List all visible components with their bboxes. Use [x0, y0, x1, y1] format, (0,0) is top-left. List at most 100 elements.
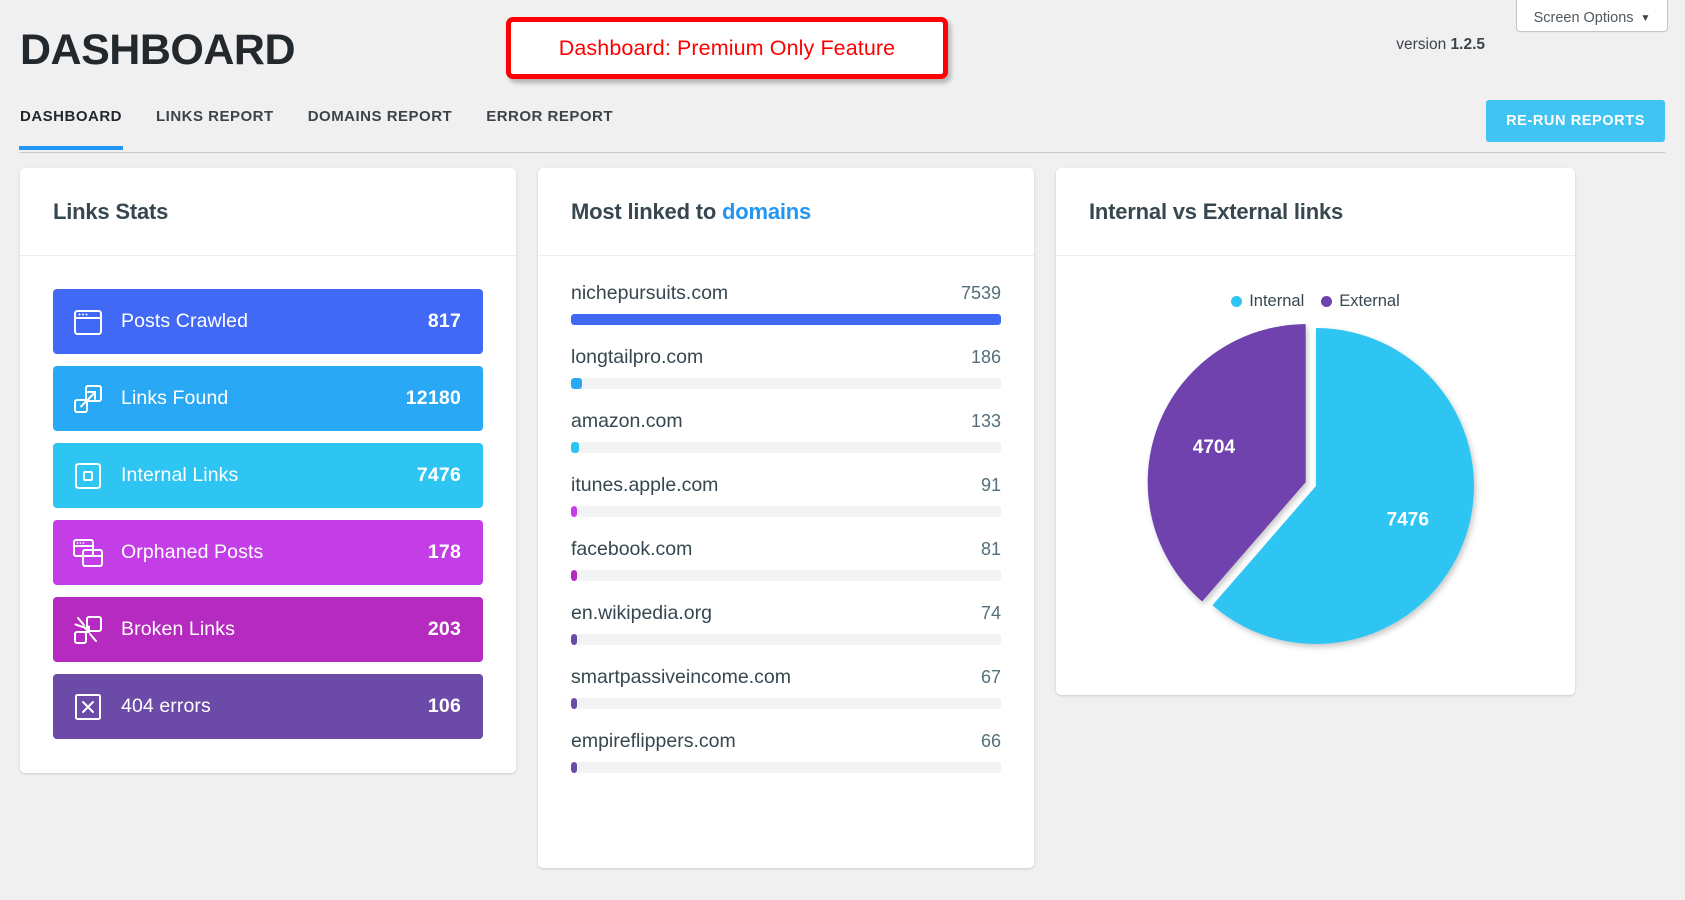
domain-row-head: en.wikipedia.org74 [571, 602, 1001, 625]
domain-count: 7539 [961, 283, 1001, 304]
legend-dot-icon [1231, 296, 1242, 307]
domain-name: empireflippers.com [571, 730, 736, 753]
domain-list-item[interactable]: smartpassiveincome.com 67 [571, 666, 1001, 709]
stat-label: 404 errors [121, 695, 428, 718]
pie-chart-canvas: 7476 4704 [1056, 318, 1575, 668]
pie-slice-label: 4704 [1192, 437, 1235, 458]
domain-bar-track [571, 378, 1001, 389]
internal-vs-external-card: Internal vs External links Internal Exter… [1056, 168, 1575, 695]
pie-chart-title: Internal vs External links [1089, 199, 1343, 225]
square-inside-icon [71, 459, 105, 493]
domain-bar-fill [571, 442, 579, 453]
pie-chart-body: Internal External 7476 4704 [1056, 256, 1575, 693]
domain-name: facebook.com [571, 538, 692, 561]
domain-name: en.wikipedia.org [571, 602, 712, 625]
domain-row-head: itunes.apple.com91 [571, 474, 1001, 497]
page-title: DASHBOARD [20, 26, 295, 75]
domain-list-item[interactable]: itunes.apple.com91 [571, 474, 1001, 517]
version-info: version 1.2.5 [1396, 36, 1485, 54]
tab-error-report[interactable]: ERROR REPORT [486, 108, 613, 141]
pie-chart-legend: Internal External [1056, 292, 1575, 311]
tab-dashboard[interactable]: DASHBOARD [20, 108, 122, 141]
screen-options-button[interactable]: Screen Options ▼ [1516, 0, 1668, 32]
stat-row[interactable]: Links Found12180 [53, 366, 483, 431]
domain-bar-fill [571, 762, 577, 773]
domain-name: amazon.com [571, 410, 683, 433]
domain-bar-fill [571, 570, 577, 581]
domain-count: 133 [971, 411, 1001, 432]
links-stats-header: Links Stats [20, 168, 516, 256]
most-linked-title: Most linked to domains [571, 199, 811, 225]
version-label: version [1396, 36, 1446, 53]
external-link-icon [71, 382, 105, 416]
domain-name: longtailpro.com [571, 346, 703, 369]
domain-list-item[interactable]: empireflippers.com 66 [571, 730, 1001, 773]
most-linked-header: Most linked to domains [538, 168, 1034, 256]
domain-bar-fill [571, 378, 582, 389]
legend-item[interactable]: External [1321, 292, 1400, 311]
stat-value: 817 [428, 310, 461, 333]
domain-list-item[interactable]: facebook.com 81 [571, 538, 1001, 581]
links-stats-title: Links Stats [53, 199, 168, 225]
domain-bar-track [571, 762, 1001, 773]
domain-row-head: longtailpro.com 186 [571, 346, 1001, 369]
browser-window-icon [71, 305, 105, 339]
domain-row-head: amazon.com 133 [571, 410, 1001, 433]
tab-list: DASHBOARD LINKS REPORT DOMAINS REPORT ERROR… [20, 108, 613, 141]
most-linked-domains-card: Most linked to domains nichepursuits.com… [538, 168, 1034, 868]
domain-row-head: empireflippers.com 66 [571, 730, 1001, 753]
links-stats-card: Links Stats Posts Crawled817Links Found1… [20, 168, 516, 773]
domain-bar-track [571, 506, 1001, 517]
domain-bar-fill [571, 314, 1001, 325]
rerun-reports-button[interactable]: RE-RUN REPORTS [1486, 100, 1665, 142]
domain-list: nichepursuits.com 7539 longtailpro.com 186 a… [538, 256, 1034, 773]
pie-slice-label: 7476 [1386, 509, 1428, 530]
domain-count: 67 [981, 667, 1001, 688]
domain-list-item[interactable]: longtailpro.com 186 [571, 346, 1001, 389]
most-linked-title-accent[interactable]: domains [722, 199, 811, 224]
annotation-text: Dashboard: Premium Only Feature [559, 36, 896, 61]
stat-row[interactable]: 404 errors106 [53, 674, 483, 739]
domain-name: itunes.apple.com [571, 474, 718, 497]
tab-domains-report[interactable]: DOMAINS REPORT [308, 108, 453, 141]
domain-count: 186 [971, 347, 1001, 368]
stat-label: Broken Links [121, 618, 428, 641]
version-number: 1.2.5 [1451, 36, 1485, 53]
domain-row-head: facebook.com 81 [571, 538, 1001, 561]
stat-label: Orphaned Posts [121, 541, 428, 564]
x-square-icon [71, 690, 105, 724]
tab-links-report[interactable]: LINKS REPORT [156, 108, 274, 141]
domain-bar-track [571, 442, 1001, 453]
stat-row[interactable]: Posts Crawled817 [53, 289, 483, 354]
domain-list-item[interactable]: nichepursuits.com 7539 [571, 282, 1001, 325]
domain-name: nichepursuits.com [571, 282, 728, 305]
domain-count: 66 [981, 731, 1001, 752]
stat-value: 106 [428, 695, 461, 718]
domain-list-item[interactable]: en.wikipedia.org74 [571, 602, 1001, 645]
domain-list-item[interactable]: amazon.com 133 [571, 410, 1001, 453]
domain-row-head: nichepursuits.com 7539 [571, 282, 1001, 305]
screen-options-label: Screen Options [1534, 10, 1634, 26]
domain-bar-fill [571, 506, 577, 517]
stat-row[interactable]: Broken Links203 [53, 597, 483, 662]
stacked-windows-icon [71, 536, 105, 570]
links-stats-list: Posts Crawled817 Links Found12180 Internal… [20, 256, 516, 739]
stat-label: Links Found [121, 387, 406, 410]
domain-bar-track [571, 698, 1001, 709]
pie-chart-header: Internal vs External links [1056, 168, 1575, 256]
domain-count: 81 [981, 539, 1001, 560]
domain-bar-track [571, 634, 1001, 645]
annotation-callout: Dashboard: Premium Only Feature [506, 17, 948, 79]
legend-label: External [1339, 292, 1400, 311]
domain-name: smartpassiveincome.com [571, 666, 791, 689]
broken-link-icon [71, 613, 105, 647]
legend-label: Internal [1249, 292, 1304, 311]
tab-bar: DASHBOARD LINKS REPORT DOMAINS REPORT ERROR… [0, 108, 1685, 153]
domain-bar-track [571, 570, 1001, 581]
stat-label: Posts Crawled [121, 310, 428, 333]
legend-item[interactable]: Internal [1231, 292, 1304, 311]
stat-value: 12180 [406, 387, 461, 410]
stat-row[interactable]: Internal Links7476 [53, 443, 483, 508]
legend-dot-icon [1321, 296, 1332, 307]
stat-row[interactable]: Orphaned Posts178 [53, 520, 483, 585]
